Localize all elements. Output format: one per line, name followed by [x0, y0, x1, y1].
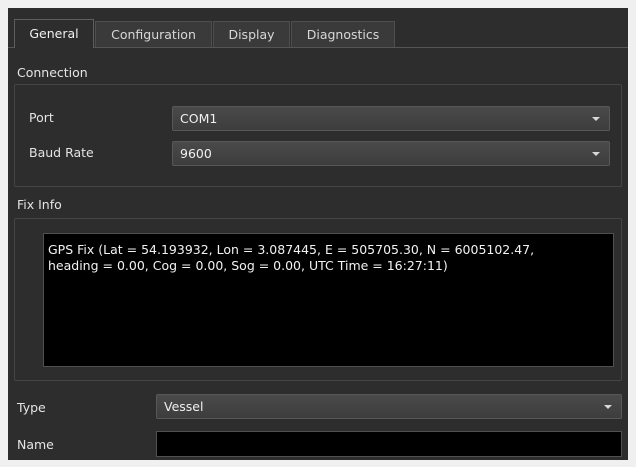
- tab-configuration[interactable]: Configuration: [95, 21, 212, 47]
- fix-info-group: GPS Fix (Lat = 54.193932, Lon = 3.087445…: [14, 218, 622, 381]
- port-combobox[interactable]: COM1: [172, 106, 610, 131]
- name-label: Name: [17, 437, 54, 452]
- type-label: Type: [17, 400, 46, 415]
- port-value: COM1: [180, 111, 218, 126]
- fix-info-output[interactable]: GPS Fix (Lat = 54.193932, Lon = 3.087445…: [43, 233, 614, 367]
- baud-rate-value: 9600: [180, 146, 212, 161]
- name-input[interactable]: [156, 431, 622, 457]
- tab-display[interactable]: Display: [213, 21, 290, 47]
- type-value: Vessel: [164, 399, 204, 414]
- chevron-down-icon: [592, 152, 600, 156]
- port-label: Port: [29, 110, 54, 125]
- fix-info-group-title: Fix Info: [17, 197, 62, 212]
- tab-general[interactable]: General: [14, 19, 94, 48]
- gps-settings-panel: General Configuration Display Diagnostic…: [8, 8, 628, 460]
- type-combobox[interactable]: Vessel: [156, 394, 622, 419]
- chevron-down-icon: [604, 405, 612, 409]
- tab-bar: General Configuration Display Diagnostic…: [8, 19, 628, 48]
- tab-diagnostics[interactable]: Diagnostics: [291, 21, 395, 47]
- connection-group: Port COM1 Baud Rate 9600: [14, 84, 622, 187]
- connection-group-title: Connection: [17, 65, 88, 80]
- baud-rate-label: Baud Rate: [29, 145, 94, 160]
- chevron-down-icon: [592, 117, 600, 121]
- baud-rate-combobox[interactable]: 9600: [172, 141, 610, 166]
